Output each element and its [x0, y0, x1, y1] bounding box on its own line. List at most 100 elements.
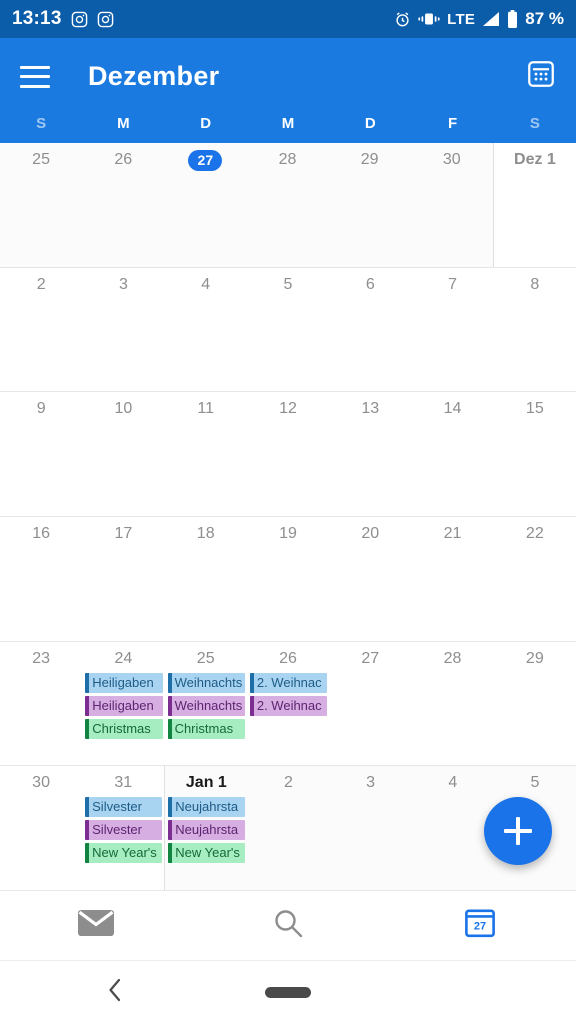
event-chip[interactable]: Christmas	[85, 718, 163, 739]
calendar-day-cell[interactable]: 6	[329, 267, 412, 392]
day-number: 15	[525, 400, 544, 418]
system-navigation-bar	[0, 960, 576, 1024]
calendar-day-cell[interactable]: 22	[493, 517, 576, 641]
nav-item-search[interactable]	[192, 891, 384, 960]
network-type-label: LTE	[447, 10, 476, 28]
calendar-day-cell[interactable]: 5	[246, 267, 330, 392]
day-number: 30	[442, 151, 461, 168]
event-chip[interactable]: New Year's	[85, 843, 163, 864]
home-pill-icon[interactable]	[265, 987, 311, 998]
calendar-day-cell[interactable]: 19	[246, 517, 330, 641]
calendar-day-cell[interactable]: 7	[411, 267, 494, 392]
day-events-list: Heiligaben Heiligaben Christmas	[82, 672, 164, 739]
calendar-day-cell[interactable]: 21	[411, 517, 494, 641]
calendar-day-cell[interactable]: 23	[0, 641, 83, 766]
calendar-day-cell[interactable]: 16	[0, 517, 83, 641]
event-chip[interactable]: Neujahrsta	[168, 820, 246, 841]
weekday-label: D	[364, 115, 376, 132]
calendar-day-cell[interactable]: 29	[328, 143, 411, 267]
calendar-day-cell[interactable]: 29	[493, 641, 576, 766]
event-chip[interactable]: Silvester	[85, 820, 163, 841]
add-event-fab[interactable]	[484, 797, 552, 865]
weekday-label: M	[117, 115, 130, 132]
calendar-grid-icon[interactable]	[526, 59, 556, 94]
calendar-day-cell[interactable]: 4	[164, 267, 247, 392]
nav-item-calendar[interactable]: 27	[384, 891, 576, 960]
mail-icon	[78, 909, 114, 942]
calendar-day-cell[interactable]: 10	[82, 392, 165, 517]
back-chevron-icon[interactable]	[105, 977, 125, 1008]
event-chip[interactable]: Weihnachts	[167, 695, 245, 716]
weekday-label: D	[200, 115, 212, 132]
day-number: 4	[448, 774, 458, 792]
event-chip[interactable]: Weihnachts	[167, 672, 245, 693]
calendar-day-cell[interactable]: 11	[164, 392, 247, 517]
calendar-day-cell[interactable]: 28	[411, 641, 494, 766]
calendar-day-cell[interactable]: 15	[493, 392, 576, 517]
calendar-day-cell[interactable]: 2	[0, 267, 83, 392]
calendar-day-cell[interactable]: 3	[329, 766, 412, 891]
day-number: 16	[32, 525, 51, 543]
day-number: 24	[114, 649, 133, 667]
battery-icon	[507, 10, 518, 28]
calendar-day-cell[interactable]: 30	[410, 143, 493, 267]
today-indicator: 27	[188, 150, 223, 171]
calendar-day-cell[interactable]: 26	[82, 143, 165, 267]
camera-icon	[97, 11, 114, 28]
day-number: 20	[361, 525, 380, 543]
day-number: 5	[530, 774, 540, 792]
calendar-day-cell[interactable]: 25	[0, 143, 83, 267]
day-number: 2	[284, 774, 293, 792]
event-chip[interactable]: Christmas	[167, 718, 245, 739]
day-number: 28	[443, 649, 462, 667]
signal-bars-icon	[482, 11, 500, 27]
calendar-day-cell[interactable]: 13	[329, 392, 412, 517]
weekday-label: S	[36, 115, 47, 132]
weekday-header: SMDMDFS	[0, 115, 576, 143]
event-chip[interactable]: Neujahrsta	[168, 797, 246, 818]
calendar-day-cell[interactable]: Jan 1 Neujahrsta Neujahrsta New Year's	[164, 766, 248, 891]
calendar-grid: 25 26 27 28 29 30 Dez 1 2 3 4 5 6 7 8 9 10 11 12 13 14 15 16 1…	[0, 143, 576, 891]
event-chip[interactable]: 2. Weihnac	[249, 672, 328, 693]
event-chip[interactable]: 2. Weihnac	[249, 695, 328, 716]
nav-item-mail[interactable]	[0, 891, 192, 960]
calendar-day-cell[interactable]: 20	[329, 517, 412, 641]
calendar-day-cell[interactable]: 27	[329, 641, 412, 766]
calendar-day-cell[interactable]: 31 Silvester Silvester New Year's	[82, 766, 165, 891]
day-number: 10	[114, 400, 133, 418]
app-bar: Dezember	[0, 38, 576, 115]
calendar-day-cell[interactable]: 26 2. Weihnac 2. Weihnac	[246, 641, 330, 766]
calendar-day-cell[interactable]: Dez 1	[492, 143, 576, 267]
day-events-list: Silvester Silvester New Year's	[82, 797, 164, 864]
calendar-day-cell[interactable]: 4	[411, 766, 494, 891]
day-number: 28	[278, 151, 297, 168]
calendar-day-cell[interactable]: 9	[0, 392, 83, 517]
day-number: 21	[443, 525, 462, 543]
day-number: Dez 1	[514, 151, 556, 168]
event-chip[interactable]: New Year's	[168, 843, 246, 864]
day-number: 29	[360, 151, 379, 168]
day-number: 30	[32, 774, 50, 792]
calendar-day-cell[interactable]: 27	[164, 143, 247, 267]
calendar-day-cell[interactable]: 8	[493, 267, 576, 392]
calendar-day-cell[interactable]: 30	[0, 766, 83, 891]
calendar-day-cell[interactable]: 12	[246, 392, 330, 517]
calendar-day-cell[interactable]: 25 Weihnachts Weihnachts Christmas	[164, 641, 247, 766]
day-number: 18	[196, 525, 215, 543]
bottom-navigation: 27	[0, 890, 576, 960]
event-chip[interactable]: Heiligaben	[85, 695, 163, 716]
day-number: 25	[196, 649, 215, 667]
calendar-week-row: 16 17 18 19 20 21 22	[0, 517, 576, 642]
calendar-day-cell[interactable]: 17	[82, 517, 165, 641]
calendar-day-cell[interactable]: 24 Heiligaben Heiligaben Christmas	[82, 641, 165, 766]
status-bar: 13:13 LTE 87 %	[0, 0, 576, 38]
calendar-day-cell[interactable]: 14	[411, 392, 494, 517]
calendar-day-cell[interactable]: 28	[246, 143, 329, 267]
hamburger-menu-icon[interactable]	[20, 65, 50, 88]
calendar-day-cell[interactable]: 18	[164, 517, 247, 641]
event-chip[interactable]: Silvester	[85, 797, 163, 818]
calendar-day-cell[interactable]: 3	[82, 267, 165, 392]
calendar-day-cell[interactable]: 2	[247, 766, 330, 891]
day-number: 26	[279, 649, 297, 667]
event-chip[interactable]: Heiligaben	[85, 672, 163, 693]
